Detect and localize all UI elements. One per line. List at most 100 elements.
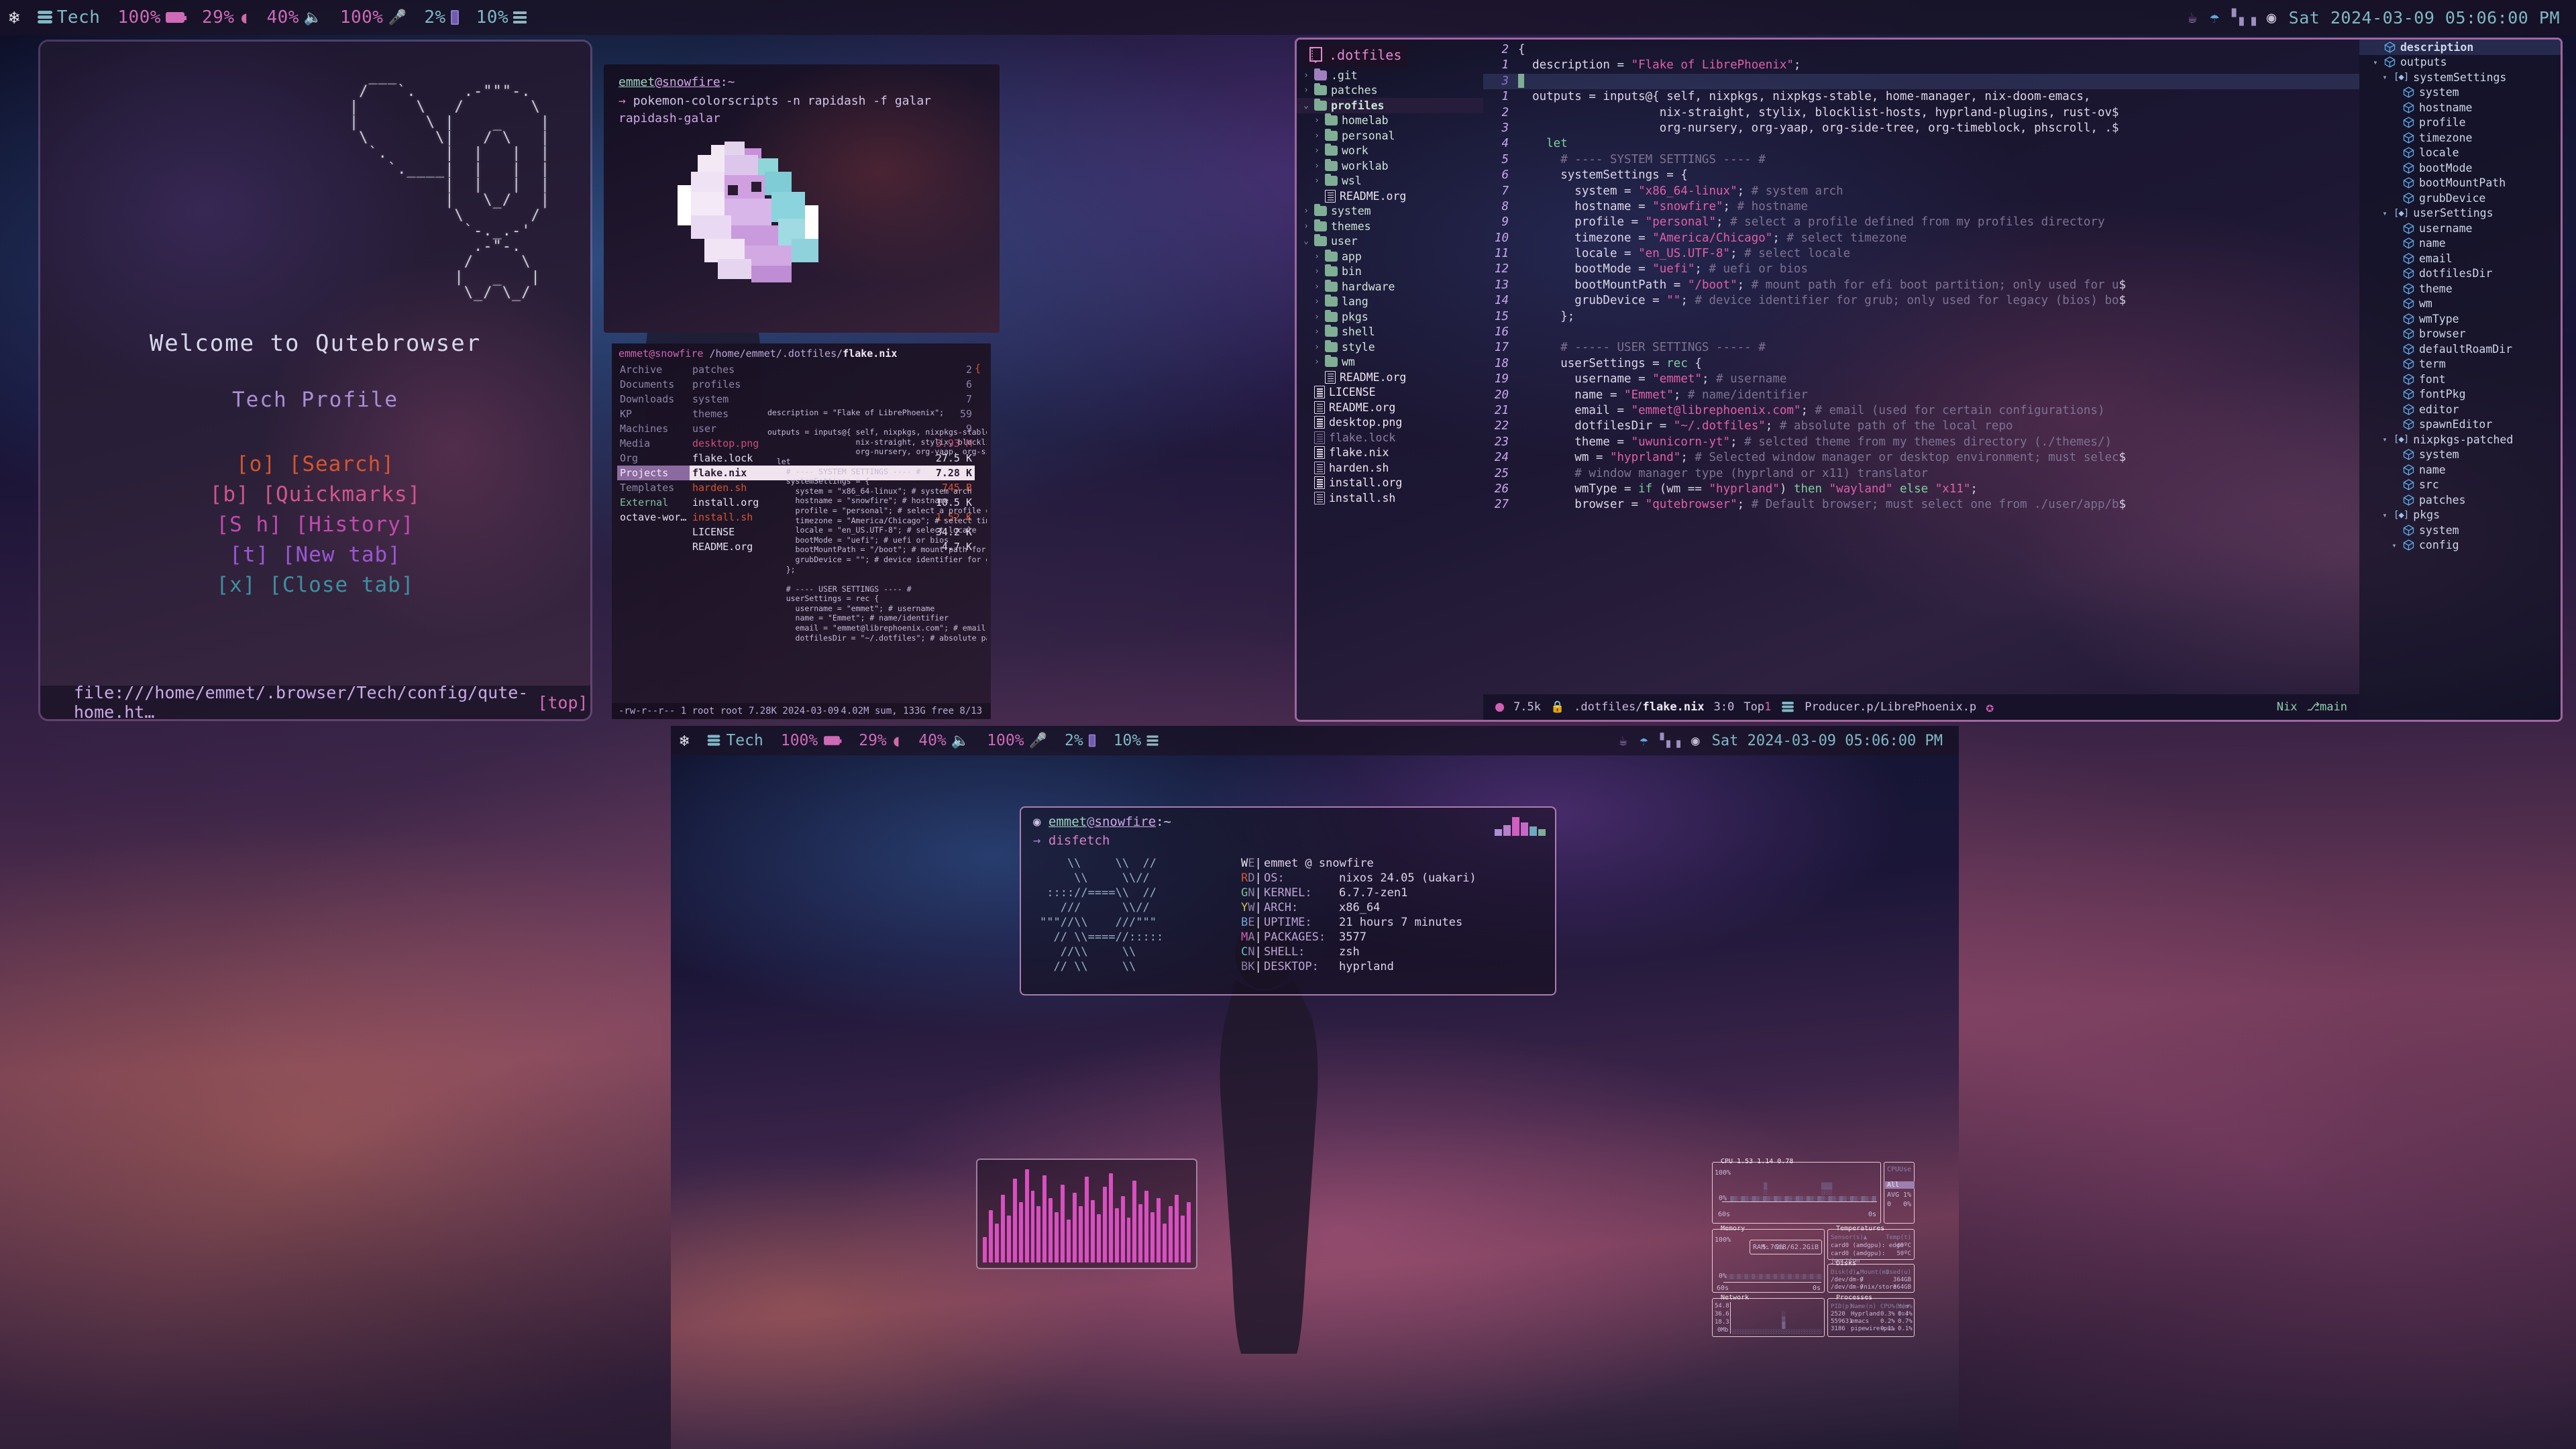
emacs-outline-item[interactable]: font (2359, 372, 2561, 387)
ranger-parent-item[interactable]: octave-work~ (617, 510, 690, 525)
topbar-module-mic[interactable]: 100% 🎤 (331, 7, 416, 28)
coffee-icon[interactable]: ☕ (2188, 8, 2198, 27)
chevron-down-icon[interactable]: ▾ (2381, 72, 2389, 82)
disc-icon[interactable]: ◉ (1691, 733, 1700, 749)
qutebrowser-link-history[interactable]: [S h] [History] (40, 510, 590, 540)
chevron-right-icon[interactable]: › (1313, 327, 1321, 337)
emacs-code-line[interactable]: 21 email = "emmet@librephoenix.com"; # e… (1483, 403, 2359, 419)
emacs-outline-item[interactable]: spawnEditor (2359, 417, 2561, 433)
emacs-outline-item[interactable]: grubDevice (2359, 191, 2561, 206)
emacs-tree-item[interactable]: › system (1297, 204, 1483, 219)
emacs-outline-item[interactable]: ▾ [◆] nixpkgs-patched (2359, 432, 2561, 447)
emacs-code-line[interactable]: 16 (1483, 325, 2359, 340)
qutebrowser-link-close-tab[interactable]: [x] [Close tab] (40, 570, 590, 600)
chevron-right-icon[interactable]: › (1302, 70, 1310, 80)
emacs-code-buffer[interactable]: 2{1 description = "Flake of LibrePhoenix… (1483, 40, 2359, 720)
emacs-code-line[interactable]: 10 timezone = "America/Chicago"; # selec… (1483, 231, 2359, 246)
emacs-tree-item[interactable]: › personal (1297, 128, 1483, 144)
ranger-parent-item[interactable]: Templates (617, 480, 690, 495)
chevron-down-icon[interactable]: ▾ (2390, 541, 2398, 550)
btop-system-monitor[interactable]: CPU 1.53 1.14 0.78 100% 0% ▓▒░▓▒░▓▒░▓▒░▓… (1712, 1158, 1915, 1337)
chevron-right-icon[interactable]: › (1313, 312, 1321, 322)
btop-cpu-panel[interactable]: CPU 1.53 1.14 0.78 100% 0% ▓▒░▓▒░▓▒░▓▒░▓… (1712, 1158, 1881, 1224)
emacs-project-title[interactable]: .dotfiles (1302, 44, 1409, 66)
emacs-project-tree[interactable]: .dotfiles › .git › patches ⌄ profiles › homelab… (1297, 40, 1483, 720)
emacs-tree-item[interactable]: LICENSE (1297, 385, 1483, 400)
chevron-down-icon[interactable]: ▾ (2381, 435, 2389, 444)
emacs-tree-item[interactable]: ⌄ user (1297, 234, 1483, 250)
emacs-outline-item[interactable]: term (2359, 357, 2561, 372)
emacs-outline-item[interactable]: timezone (2359, 130, 2561, 146)
topbar-module-brightness[interactable]: 29% ◖ (193, 7, 258, 28)
emacs-tree-item[interactable]: › homelab (1297, 113, 1483, 129)
chevron-right-icon[interactable]: › (1313, 357, 1321, 367)
emacs-outline-item[interactable]: name (2359, 462, 2561, 478)
emacs-outline-item[interactable]: patches (2359, 492, 2561, 508)
emacs-code-lines[interactable]: 2{1 description = "Flake of LibrePhoenix… (1483, 42, 2359, 693)
emacs-outline-item[interactable]: hostname (2359, 100, 2561, 115)
emacs-code-line[interactable]: 14 grubDevice = ""; # device identifier … (1483, 293, 2359, 309)
ranger-parent-item[interactable]: Media (617, 436, 690, 451)
emacs-code-line[interactable]: 1 description = "Flake of LibrePhoenix"; (1483, 58, 2359, 73)
emacs-outline-item[interactable]: wm (2359, 297, 2561, 312)
chevron-down-icon[interactable]: ▾ (2381, 511, 2389, 520)
topbar-module-snowflake[interactable]: ❄ (0, 9, 29, 27)
emacs-outline-item[interactable]: username (2359, 221, 2561, 236)
emacs-tree-item[interactable]: › lang (1297, 294, 1483, 310)
chevron-right-icon[interactable]: › (1313, 146, 1321, 156)
ranger-file-row[interactable]: profiles 6 (690, 377, 975, 392)
emacs-outline-item[interactable]: editor (2359, 402, 2561, 417)
chevron-right-icon[interactable]: › (1313, 161, 1321, 171)
chevron-down-icon[interactable]: ▾ (2381, 209, 2389, 218)
chevron-down-icon[interactable]: ⌄ (1302, 236, 1310, 246)
btop-processes-panel[interactable]: Processes PID(p) Name(n) CPU%(c)▼ Mem%(m) 25… (1827, 1294, 1915, 1337)
emacs-code-line[interactable]: 9 profile = "personal"; # select a profi… (1483, 215, 2359, 230)
emacs-outline-item[interactable]: ▾ outputs (2359, 55, 2561, 70)
emacs-tree-item[interactable]: › worklab (1297, 158, 1483, 174)
emacs-outline-item[interactable]: ▾ config (2359, 538, 2561, 553)
emacs-outline-item[interactable]: name (2359, 236, 2561, 252)
emacs-window[interactable]: .dotfiles › .git › patches ⌄ profiles › homelab… (1295, 38, 2563, 722)
emacs-code-line[interactable]: 19 username = "emmet"; # username (1483, 372, 2359, 387)
emacs-outline-item[interactable]: ▾ [◆] userSettings (2359, 206, 2561, 221)
coffee-icon[interactable]: ☕ (1619, 733, 1627, 749)
qutebrowser-link-search[interactable]: [o] [Search] (40, 449, 590, 480)
emacs-outline-item[interactable]: defaultRoamDir (2359, 341, 2561, 357)
emacs-code-line[interactable]: 22 dotfilesDir = "~/.dotfiles"; # absolu… (1483, 419, 2359, 434)
bluetooth-icon[interactable]: ☂ (2210, 8, 2220, 27)
chevron-right-icon[interactable]: › (1313, 266, 1321, 276)
emacs-tree-item[interactable]: README.org (1297, 370, 1483, 385)
ranger-parent-item[interactable]: KP (617, 407, 690, 421)
pokemon-terminal-window[interactable]: emmet@snowfire:~ → pokemon-colorscripts … (604, 64, 1000, 333)
qutebrowser-link-new-tab[interactable]: [t] [New tab] (40, 540, 590, 570)
emacs-tree-item[interactable]: › shell (1297, 325, 1483, 340)
emacs-tree-item[interactable]: › wsl (1297, 174, 1483, 189)
topbar-module-workspace[interactable]: Tech (29, 7, 109, 28)
emacs-code-line[interactable]: 26 wmType = if (wm == "hyprland") then "… (1483, 482, 2359, 497)
emacs-code-line[interactable]: 25 # window manager type (hyprland or x1… (1483, 466, 2359, 482)
emacs-tree-item[interactable]: README.org (1297, 189, 1483, 204)
bluetooth-icon[interactable]: ☂ (1640, 733, 1648, 749)
ranger-file-manager-window[interactable]: emmet@snowfire /home/emmet/.dotfiles/fla… (612, 343, 991, 719)
ranger-parent-item[interactable]: Documents (617, 377, 690, 392)
chevron-right-icon[interactable]: › (1313, 115, 1321, 125)
topbar-module-volume[interactable]: 40% 🔈 (258, 7, 331, 28)
emacs-tree-item[interactable]: › bin (1297, 264, 1483, 280)
bottom-topbar-memory[interactable]: 10% (1105, 732, 1169, 749)
btop-cpu-usage-panel[interactable]: CPU Use All AVG 1% 0 0% (1884, 1162, 1915, 1224)
ranger-parent-item[interactable]: Projects (617, 466, 690, 480)
chevron-down-icon[interactable]: ▾ (2371, 58, 2379, 67)
chevron-down-icon[interactable]: ⌄ (1302, 101, 1310, 111)
emacs-tree-item[interactable]: harden.sh (1297, 460, 1483, 476)
emacs-tree-item[interactable]: › .git (1297, 68, 1483, 83)
emacs-outline-item[interactable]: system (2359, 447, 2561, 463)
emacs-tree-item[interactable]: › hardware (1297, 279, 1483, 294)
emacs-tree-item[interactable]: › app (1297, 249, 1483, 264)
emacs-outline-item[interactable]: wmType (2359, 311, 2561, 327)
emacs-tree-item[interactable]: README.org (1297, 400, 1483, 415)
btop-disks-panel[interactable]: Disks Disk(d)▲ Mount(m) Used(u) /dev/dm-… (1827, 1260, 1915, 1293)
bottom-topbar-cpu[interactable]: 2% (1056, 732, 1105, 749)
qutebrowser-window[interactable]: ___ / `. .-"""-. | \ / \ | \ | _ | \ \| … (40, 42, 590, 719)
emacs-tree-list[interactable]: › .git › patches ⌄ profiles › homelab › personal ›… (1297, 68, 1483, 506)
emacs-tree-item[interactable]: › work (1297, 144, 1483, 159)
